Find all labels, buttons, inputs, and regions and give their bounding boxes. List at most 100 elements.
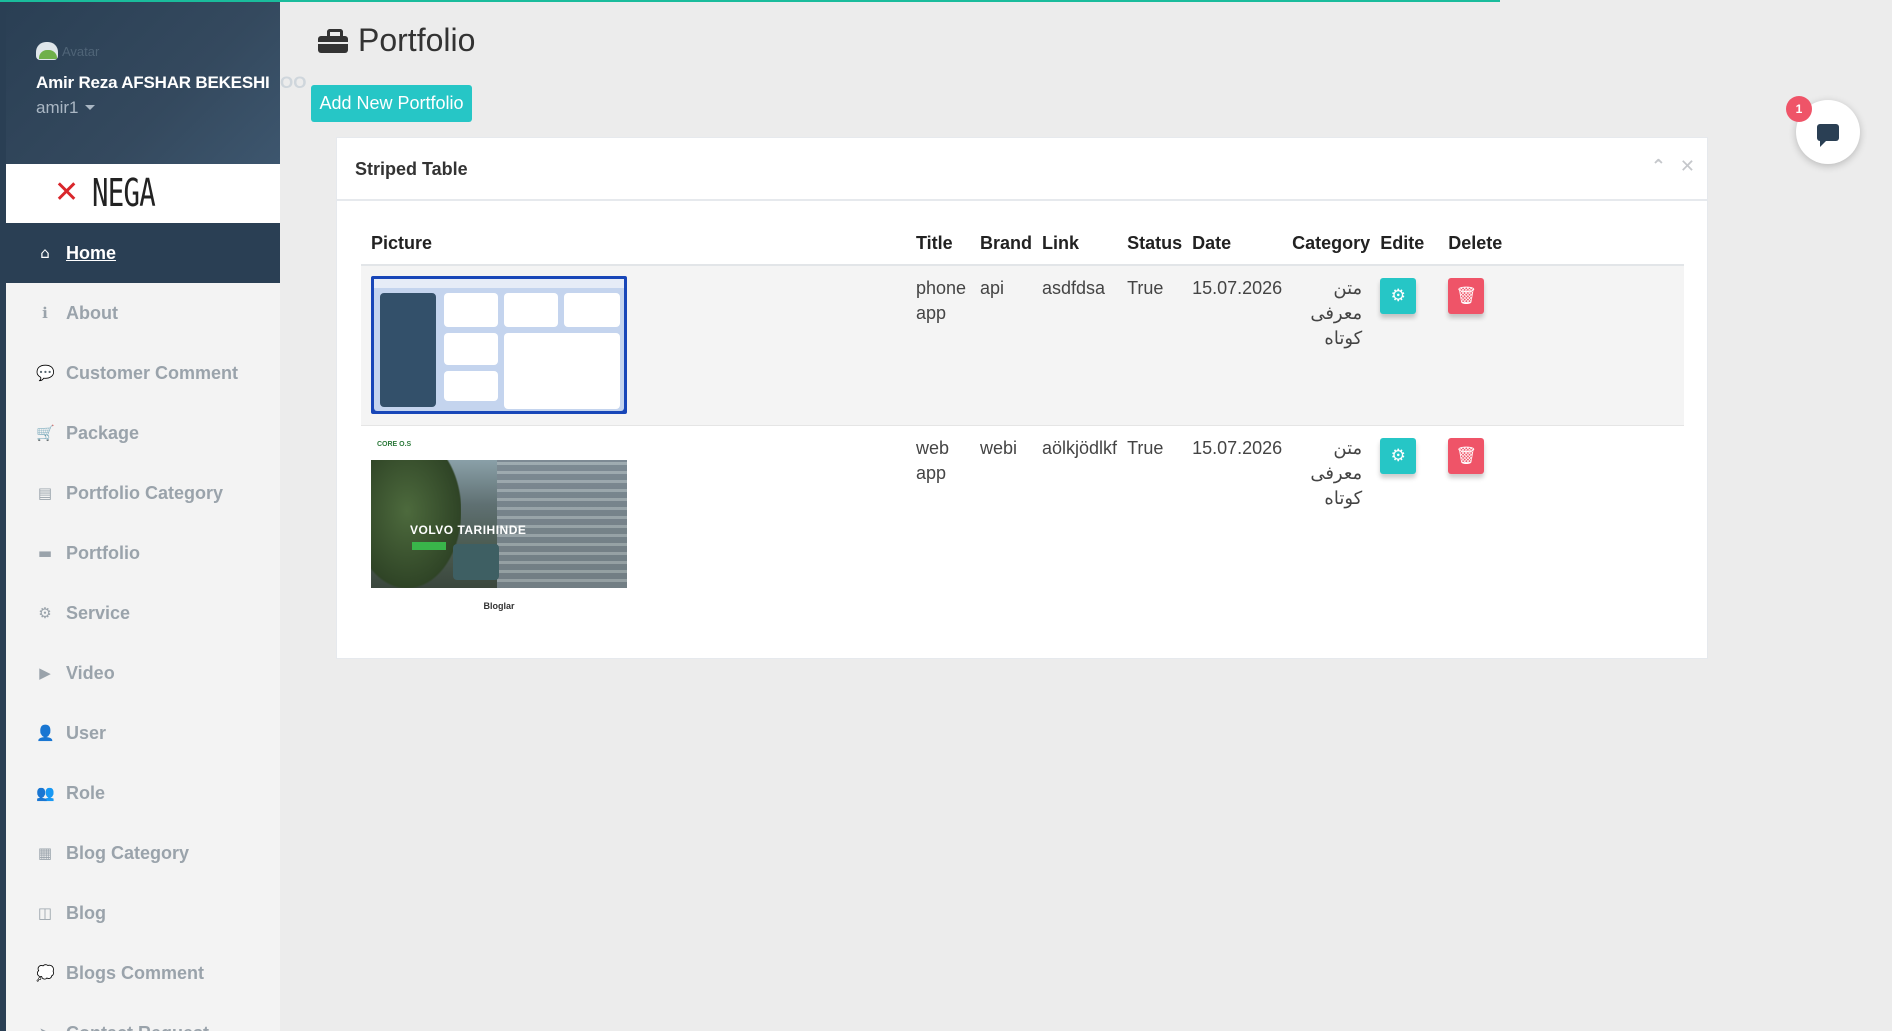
sidebar-item-label: Portfolio	[66, 542, 140, 563]
sidebar-item-label: Customer Comment	[66, 362, 239, 383]
send-icon: ➤	[36, 1024, 54, 1031]
column-header-picture: Picture	[361, 221, 906, 266]
youtube-icon: ▶	[39, 664, 51, 682]
sidebar-item-blog-category[interactable]: ▦ Blog Category	[6, 823, 280, 883]
info-icon: ℹ	[42, 304, 48, 322]
link-cell: aölkjödlkf	[1032, 425, 1118, 628]
trash-icon: 🗑	[1455, 446, 1477, 466]
sidebar-item-home[interactable]: ⌂ Home	[6, 223, 280, 283]
chat-widget-button[interactable]: 1	[1786, 96, 1860, 164]
archive-icon: ▤	[37, 484, 53, 502]
sidebar-item-video[interactable]: ▶ Video	[6, 643, 280, 703]
logo-mark-icon: ✕	[54, 175, 80, 210]
brand-logo[interactable]: ✕ NEGA	[6, 164, 280, 223]
sidebar-item-user[interactable]: 👤 User	[6, 703, 280, 763]
sidebar-item-service[interactable]: ⚙ Service	[6, 583, 280, 643]
edit-button[interactable]: ⚙	[1380, 438, 1417, 474]
add-new-portfolio-button[interactable]: Add New Portfolio	[311, 85, 472, 122]
table-row: CORE O.S VOLVO TARIHINDE Bloglar web app…	[361, 425, 1684, 628]
portfolio-thumbnail[interactable]: CORE O.S VOLVO TARIHINDE Bloglar	[371, 436, 627, 618]
title-cell: web app	[906, 425, 970, 628]
sidebar-item-blogs-comment[interactable]: 💭 Blogs Comment	[6, 943, 280, 1003]
edit-cell: ⚙	[1370, 265, 1439, 426]
delete-button[interactable]: 🗑	[1448, 278, 1485, 314]
username: amir1	[36, 98, 79, 117]
users-icon: 👥	[36, 784, 55, 802]
picture-cell: CORE O.S VOLVO TARIHINDE Bloglar	[361, 425, 906, 628]
brand-cell: api	[970, 265, 1033, 426]
link-cell: asdfdsa	[1032, 265, 1118, 426]
trash-icon: 🗑	[1455, 286, 1477, 306]
column-header-date: Date	[1182, 221, 1283, 266]
user-icon: 👤	[36, 724, 55, 742]
page-title: Portfolio	[358, 22, 476, 58]
edit-cell: ⚙	[1370, 425, 1439, 628]
status-cell: True	[1117, 265, 1183, 426]
column-header-delete: Delete	[1438, 221, 1684, 266]
brand-cell: webi	[970, 425, 1033, 628]
avatar	[36, 42, 58, 60]
user-name-overflow: OO	[280, 73, 307, 92]
sidebar-item-label: Home	[66, 242, 117, 263]
striped-table-panel: Striped Table ⌃ ✕ Picture Title Brand Li…	[336, 137, 1708, 659]
page-load-progress	[0, 0, 1500, 2]
logo-text: NEGA	[92, 171, 156, 215]
comments-icon: 💭	[36, 964, 55, 982]
column-header-brand: Brand	[970, 221, 1033, 266]
sidebar-item-label: Service	[66, 602, 131, 623]
profile-panel: Avatar Amir Reza AFSHAR BEKESHI amir1	[6, 0, 280, 164]
table-row: phone app api asdfdsa True 15.07.2026 مت…	[361, 265, 1684, 426]
category-cell: متن معرفی کوتاه	[1282, 265, 1371, 426]
sidebar-item-label: Package	[66, 422, 140, 443]
title-cell: phone app	[906, 265, 970, 426]
portfolio-table: Picture Title Brand Link Status Date Cat…	[361, 221, 1684, 628]
date-cell: 15.07.2026	[1182, 265, 1283, 426]
avatar-alt-text: Avatar	[62, 44, 100, 59]
user-menu-toggle[interactable]: amir1	[36, 98, 95, 118]
panel-header: Striped Table ⌃ ✕	[337, 138, 1707, 201]
edit-button[interactable]: ⚙	[1380, 278, 1417, 314]
close-icon[interactable]: ✕	[1680, 158, 1695, 176]
briefcase-icon: ▬	[37, 544, 53, 562]
delete-button[interactable]: 🗑	[1448, 438, 1485, 474]
sidebar-item-label: Role	[66, 782, 106, 803]
sidebar-item-customer-comment[interactable]: 💬 Customer Comment	[6, 343, 280, 403]
picture-cell	[361, 265, 906, 426]
sidebar-item-label: User	[66, 722, 107, 743]
sidebar-item-portfolio[interactable]: ▬ Portfolio	[6, 523, 280, 583]
column-header-category: Category	[1282, 221, 1371, 266]
left-edge-strip	[0, 0, 6, 1031]
sitemap-icon: ▦	[37, 844, 53, 862]
column-header-title: Title	[906, 221, 970, 266]
status-cell: True	[1117, 425, 1183, 628]
column-header-edit: Edite	[1370, 221, 1439, 266]
sidebar-item-blog[interactable]: ◫ Blog	[6, 883, 280, 943]
column-header-status: Status	[1117, 221, 1183, 266]
sidebar-item-label: Video	[66, 662, 115, 683]
thumbnail-brand: CORE O.S	[377, 441, 412, 448]
delete-cell: 🗑	[1438, 425, 1684, 628]
sidebar-item-label: About	[66, 302, 118, 323]
sidebar-item-label: Blog	[66, 902, 106, 923]
thumbnail-footer-text: Bloglar	[483, 601, 515, 611]
portfolio-thumbnail[interactable]	[371, 276, 627, 414]
sidebar-nav: ⌂ Home ℹ About 💬 Customer Comment 🛒 Package ▤ Por…	[6, 223, 280, 1031]
column-header-link: Link	[1032, 221, 1118, 266]
columns-icon: ◫	[37, 904, 53, 922]
sidebar-item-portfolio-category[interactable]: ▤ Portfolio Category	[6, 463, 280, 523]
sidebar-item-package[interactable]: 🛒 Package	[6, 403, 280, 463]
caret-down-icon	[84, 105, 95, 110]
gears-icon: ⚙	[38, 604, 52, 622]
date-cell: 15.07.2026	[1182, 425, 1283, 628]
sidebar-item-contact-request[interactable]: ➤ Contact Request	[6, 1003, 280, 1031]
sidebar-item-label: Contact Request	[66, 1023, 209, 1031]
sidebar-item-role[interactable]: 👥 Role	[6, 763, 280, 823]
chevron-up-icon[interactable]: ⌃	[1651, 158, 1666, 176]
sidebar-item-label: Blog Category	[66, 842, 190, 863]
table-header-row: Picture Title Brand Link Status Date Cat…	[361, 221, 1684, 266]
delete-cell: 🗑	[1438, 265, 1684, 426]
sidebar-item-label: Blogs Comment	[66, 962, 205, 983]
sidebar-item-about[interactable]: ℹ About	[6, 283, 280, 343]
comment-icon: 💬	[36, 364, 55, 382]
home-icon: ⌂	[40, 244, 50, 262]
